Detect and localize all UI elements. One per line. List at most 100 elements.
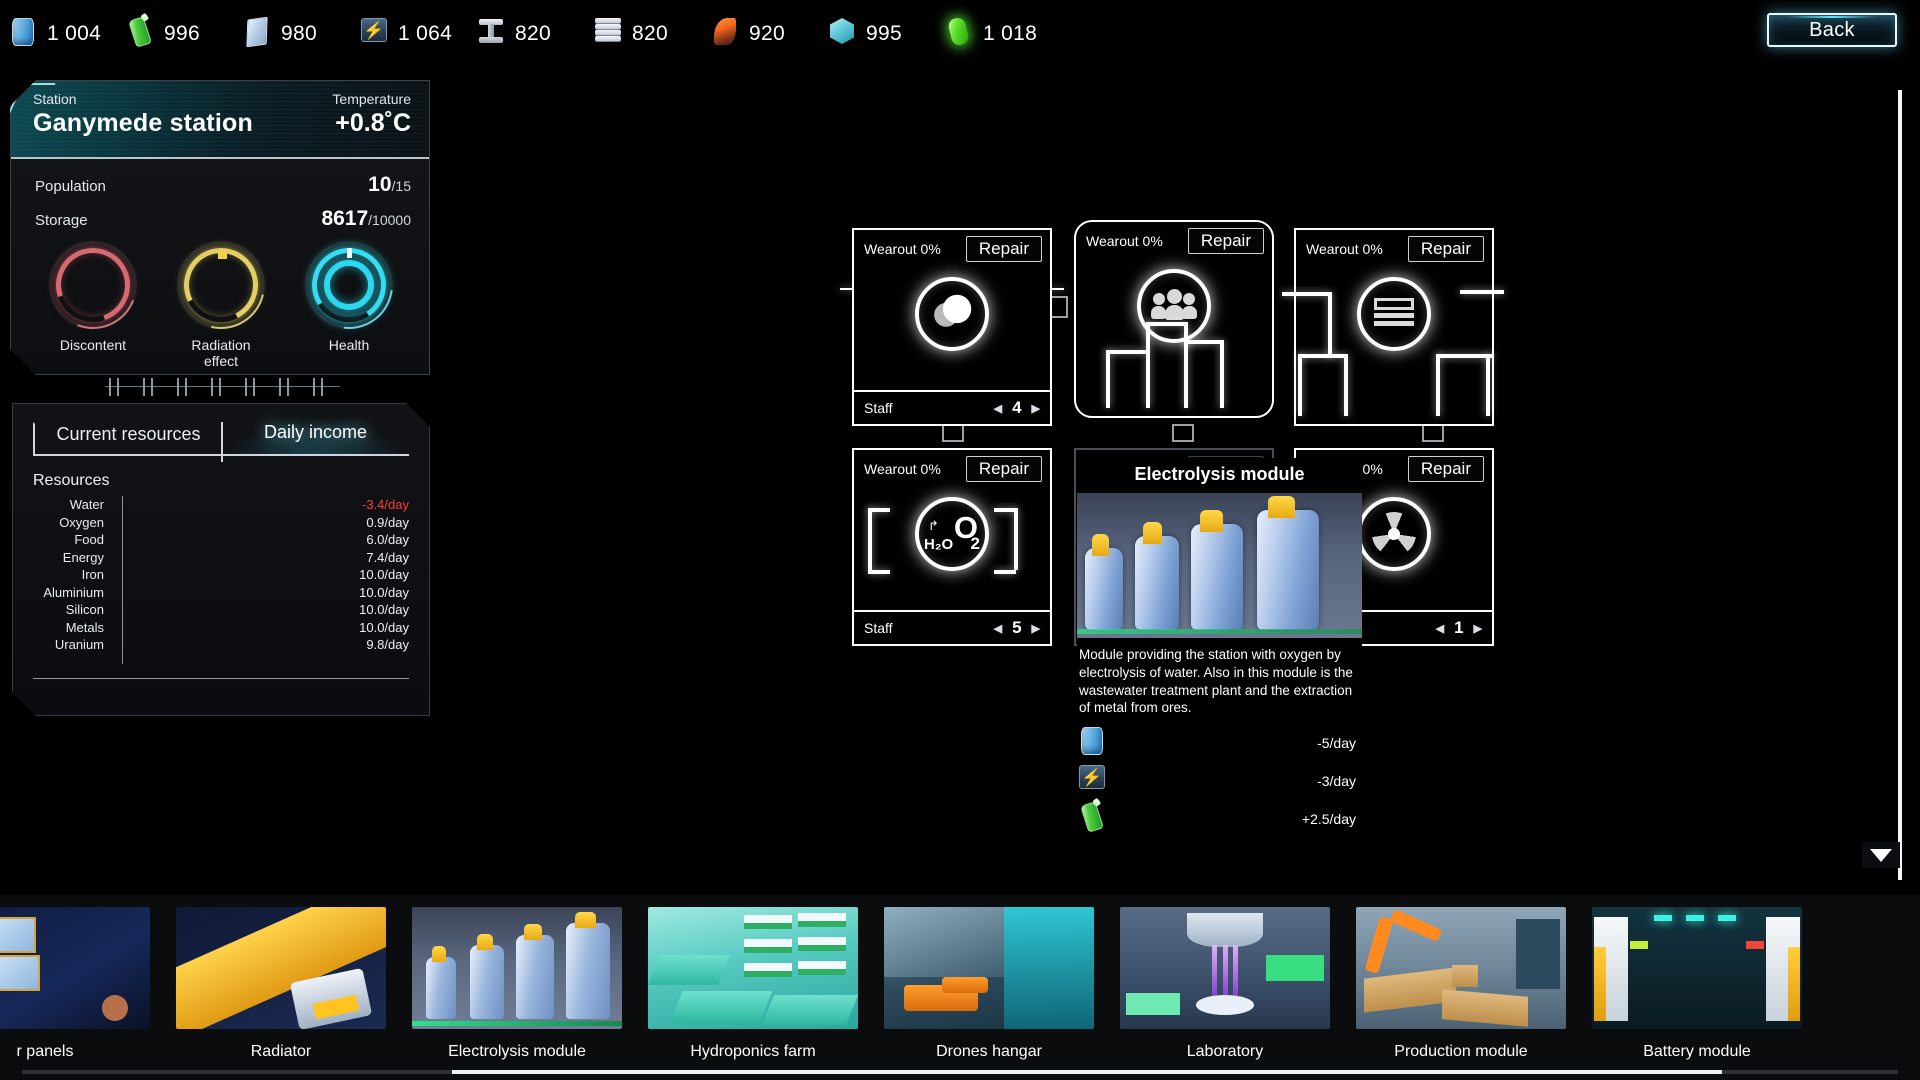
- stepper-decrement[interactable]: ◀: [1436, 622, 1444, 635]
- module-option-production-module[interactable]: Production module: [1356, 907, 1566, 1061]
- module-option-drones-hangar[interactable]: Drones hangar: [884, 907, 1094, 1061]
- temperature-value: +0.8˚C: [332, 109, 411, 138]
- resource-name: Aluminium: [33, 585, 113, 600]
- module-option-label: Drones hangar: [884, 1043, 1094, 1061]
- resource-value: 820: [632, 22, 668, 46]
- gauge-radiation-effect: Radiation effect: [177, 241, 265, 369]
- module-card-electrolysis[interactable]: Wearout 0% Repair ↱ H₂O O 2 Staff ◀: [852, 448, 1052, 646]
- repair-button[interactable]: Repair: [1188, 228, 1264, 254]
- bed-icon: [1357, 277, 1431, 351]
- resource-value: 920: [749, 22, 785, 46]
- module-option-solar-panels[interactable]: r panels: [0, 907, 150, 1061]
- effect-value: -3/day: [1317, 773, 1356, 789]
- resource-rate: 10.0/day: [339, 585, 409, 600]
- resources-section-title: Resources: [33, 472, 429, 490]
- staff-label: Staff: [864, 620, 893, 636]
- resource-row: Oxygen 0.9/day: [33, 514, 409, 532]
- stepper-decrement[interactable]: ◀: [994, 622, 1002, 635]
- fire-icon: [710, 18, 740, 50]
- module-card-header: Wearout 0% Repair: [854, 230, 1050, 268]
- resource-rate: -3.4/day: [339, 497, 409, 512]
- storage-label: Storage: [35, 212, 88, 229]
- resource-name: Silicon: [33, 602, 113, 617]
- resource-uranium: 1 018: [944, 18, 1061, 50]
- resource-row: Water -3.4/day: [33, 496, 409, 514]
- uranium-icon: [944, 18, 974, 50]
- repair-button[interactable]: Repair: [1408, 236, 1484, 262]
- oxygen-icon: [1077, 803, 1107, 835]
- module-card-hydroponics[interactable]: Wearout 0% Repair Staff ◀ 4 ▶: [852, 228, 1052, 426]
- gauge-health: Health: [305, 241, 393, 369]
- staff-value: 5: [1012, 618, 1021, 638]
- horizontal-scrollbar[interactable]: [22, 1070, 1898, 1074]
- tab-daily-income[interactable]: Daily income: [222, 422, 409, 456]
- stepper-increment[interactable]: ▶: [1032, 402, 1040, 415]
- water-icon: [8, 18, 38, 50]
- game-screen: 1 004 996 980 ⚡ 1 064 820 820 920: [0, 0, 1920, 1080]
- repair-button[interactable]: Repair: [966, 236, 1042, 262]
- level-value: 1: [1454, 618, 1463, 638]
- scroll-down-button[interactable]: [1862, 842, 1900, 868]
- module-option-electrolysis-module[interactable]: Electrolysis module: [412, 907, 622, 1061]
- module-card-header: Wearout 0% Repair: [1296, 230, 1492, 268]
- module-card-habitat[interactable]: Wearout 0% Repair: [1074, 220, 1274, 418]
- tooltip-description: Module providing the station with oxygen…: [1077, 638, 1362, 721]
- radiation-icon: [1357, 497, 1431, 571]
- gauge-discontent: Discontent: [49, 241, 137, 369]
- module-selector-list: r panels Radiator: [0, 907, 1802, 1061]
- population-label: Population: [35, 178, 106, 195]
- tooltip-image: [1077, 493, 1362, 638]
- stepper-decrement[interactable]: ◀: [994, 402, 1002, 415]
- resource-name: Iron: [33, 567, 113, 582]
- vertical-scrollbar[interactable]: [1898, 90, 1902, 880]
- effect-value: -5/day: [1317, 735, 1356, 751]
- resource-row: Uranium 9.8/day: [33, 636, 409, 654]
- station-panel: Station Ganymede station Temperature +0.…: [10, 80, 430, 375]
- temperature-block: Temperature +0.8˚C: [332, 91, 411, 138]
- aluminium-icon: [593, 18, 623, 50]
- resources-panel: Current resources Daily income Resources…: [12, 403, 430, 716]
- module-option-radiator[interactable]: Radiator: [176, 907, 386, 1061]
- staff-stepper[interactable]: ◀ 4 ▶: [994, 398, 1040, 418]
- oxygen-icon: [125, 18, 155, 50]
- staff-stepper[interactable]: ◀ 5 ▶: [994, 618, 1040, 638]
- resource-value: 1 004: [47, 22, 101, 46]
- resource-rate: 10.0/day: [339, 620, 409, 635]
- storage-value: 8617/10000: [321, 207, 411, 231]
- repair-button[interactable]: Repair: [1408, 456, 1484, 482]
- module-card-header: Wearout 0% Repair: [854, 450, 1050, 488]
- resources-tabs: Current resources Daily income: [33, 422, 409, 456]
- resource-rate: 0.9/day: [339, 515, 409, 530]
- station-gauges: Discontent Radiation effect Health: [49, 241, 411, 369]
- resource-row: Silicon 10.0/day: [33, 601, 409, 619]
- stepper-increment[interactable]: ▶: [1474, 622, 1482, 635]
- panel-tick-decoration: [105, 378, 340, 398]
- scrollbar-thumb[interactable]: [452, 1070, 1722, 1074]
- resources-list: Water -3.4/day Oxygen 0.9/day Food 6.0/d…: [33, 496, 409, 654]
- resource-iron: 820: [476, 18, 593, 50]
- gauge-label: Radiation effect: [177, 337, 265, 369]
- module-card-header: Wearout 0% Repair: [1076, 222, 1272, 260]
- resource-rate: 7.4/day: [339, 550, 409, 565]
- repair-button[interactable]: Repair: [966, 456, 1042, 482]
- resource-name: Food: [33, 532, 113, 547]
- resource-name: Water: [33, 497, 113, 512]
- energy-icon: ⚡: [359, 18, 389, 50]
- module-option-laboratory[interactable]: Laboratory: [1120, 907, 1330, 1061]
- resource-rate: 9.8/day: [339, 637, 409, 652]
- module-option-label: Battery module: [1592, 1043, 1802, 1061]
- back-button[interactable]: Back: [1767, 13, 1897, 47]
- module-option-hydroponics-farm[interactable]: Hydroponics farm: [648, 907, 858, 1061]
- silicon-icon: [827, 18, 857, 50]
- tab-current-resources[interactable]: Current resources: [33, 422, 222, 456]
- wearout-label: Wearout 0%: [864, 241, 941, 257]
- level-stepper[interactable]: ◀ 1 ▶: [1436, 618, 1482, 638]
- iron-icon: [476, 18, 506, 50]
- gauge-label: Discontent: [49, 337, 137, 353]
- resource-bar: 1 004 996 980 ⚡ 1 064 820 820 920: [0, 0, 1920, 68]
- module-card-quarters[interactable]: Wearout 0% Repair: [1294, 228, 1494, 426]
- module-option-battery-module[interactable]: Battery module: [1592, 907, 1802, 1061]
- resource-name: Energy: [33, 550, 113, 565]
- stepper-increment[interactable]: ▶: [1032, 622, 1040, 635]
- resource-rate: 10.0/day: [339, 602, 409, 617]
